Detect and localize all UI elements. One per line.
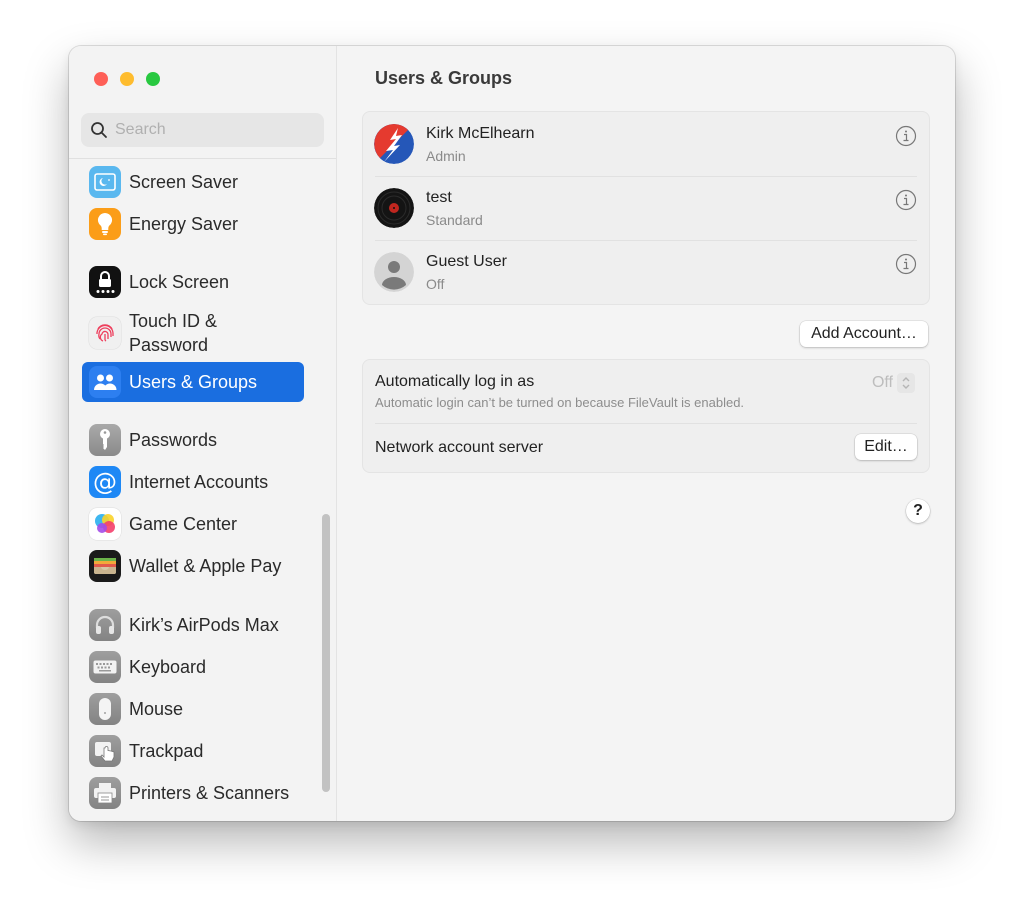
window-controls: [94, 72, 160, 86]
sidebar-item-label: Users & Groups: [129, 371, 258, 392]
info-icon[interactable]: [895, 125, 917, 147]
sidebar-item-keyboard[interactable]: Keyboard: [82, 647, 304, 687]
main-pane: Users & Groups Kirk McElhearn Admin test: [337, 46, 955, 821]
sidebar-item-wallet[interactable]: Wallet & Apple Pay: [82, 546, 304, 586]
user-row[interactable]: Guest User Off: [363, 240, 929, 304]
sidebar-item-printers-scanners[interactable]: Printers & Scanners: [82, 773, 304, 813]
page-title: Users & Groups: [375, 68, 513, 88]
screen-saver-icon: [89, 166, 121, 198]
chevron-up-down-icon: [897, 373, 915, 393]
sidebar-item-label: Printers & Scanners: [129, 782, 290, 803]
mouse-icon: [89, 693, 121, 725]
user-role: Standard: [426, 211, 483, 228]
vinyl-record-avatar: [374, 188, 414, 228]
generic-person-avatar: [374, 252, 414, 292]
zoom-button[interactable]: [146, 72, 160, 86]
close-button[interactable]: [94, 72, 108, 86]
headphones-icon: [89, 609, 121, 641]
sidebar-item-label: Game Center: [129, 513, 238, 534]
user-role: Off: [426, 275, 445, 292]
auto-login-popup[interactable]: Off: [872, 373, 915, 393]
info-icon[interactable]: [895, 189, 917, 211]
add-account-button[interactable]: Add Account…: [800, 321, 928, 347]
fingerprint-icon: [89, 317, 121, 349]
steal-your-face-avatar: [374, 124, 414, 164]
lock-icon: [89, 266, 121, 298]
login-settings-group: Automatically log in as Automatic login …: [362, 359, 930, 473]
keyboard-icon: [89, 651, 121, 683]
network-server-row: Network account server Edit…: [363, 424, 929, 472]
search-field[interactable]: [81, 113, 324, 147]
auto-login-sublabel: Automatic login can’t be turned on becau…: [375, 395, 745, 410]
minimize-button[interactable]: [120, 72, 134, 86]
auto-login-label: Automatically log in as: [375, 373, 535, 390]
user-name: Guest User: [426, 252, 507, 270]
printer-icon: [89, 777, 121, 809]
sidebar-item-passwords[interactable]: Passwords: [82, 420, 304, 460]
user-name: Kirk McElhearn: [426, 124, 535, 142]
sidebar-item-label: Trackpad: [129, 740, 204, 761]
sidebar-item-label: Mouse: [129, 698, 184, 719]
sidebar-item-label: Wallet & Apple Pay: [129, 555, 282, 576]
users-list: Kirk McElhearn Admin test Standard Guest…: [362, 111, 930, 305]
sidebar-item-internet-accounts[interactable]: @ Internet Accounts: [82, 462, 304, 502]
auto-login-value: Off: [871, 374, 893, 391]
sidebar-item-label: Keyboard: [129, 656, 207, 677]
user-role: Admin: [426, 147, 466, 164]
sidebar-item-mouse[interactable]: Mouse: [82, 689, 304, 729]
wallet-icon: [89, 550, 121, 582]
sidebar-item-label: Kirk’s AirPods Max: [129, 614, 279, 635]
lightbulb-icon: [89, 208, 121, 240]
settings-window: Screen Saver Energy Saver Lock Screen To…: [69, 46, 955, 821]
sidebar: Screen Saver Energy Saver Lock Screen To…: [69, 46, 337, 821]
sidebar-scrollbar[interactable]: [322, 514, 330, 792]
sidebar-item-game-center[interactable]: Game Center: [82, 504, 304, 544]
sidebar-item-label: Touch ID & Password: [129, 311, 218, 355]
edit-network-server-button[interactable]: Edit…: [855, 434, 917, 460]
sidebar-item-airpods-max[interactable]: Kirk’s AirPods Max: [82, 605, 304, 645]
user-row[interactable]: Kirk McElhearn Admin: [363, 112, 929, 176]
user-name: test: [426, 188, 452, 206]
users-icon: [89, 366, 121, 398]
sidebar-item-label: Passwords: [129, 429, 218, 450]
sidebar-item-label: Lock Screen: [129, 271, 230, 292]
search-icon: [91, 122, 107, 138]
game-center-icon: [89, 508, 121, 540]
search-input[interactable]: [115, 121, 305, 139]
sidebar-item-users-groups[interactable]: Users & Groups: [82, 362, 304, 402]
sidebar-item-label: Energy Saver: [129, 213, 239, 234]
trackpad-icon: [89, 735, 121, 767]
key-icon: [89, 424, 121, 456]
sidebar-item-trackpad[interactable]: Trackpad: [82, 731, 304, 771]
sidebar-divider: [69, 158, 336, 159]
sidebar-item-screen-saver[interactable]: Screen Saver: [82, 162, 304, 202]
network-server-label: Network account server: [375, 439, 544, 456]
sidebar-item-lock-screen[interactable]: Lock Screen: [82, 262, 304, 302]
help-button[interactable]: ?: [906, 499, 930, 523]
at-sign-icon: @: [89, 466, 121, 498]
sidebar-item-touch-id[interactable]: Touch ID & Password: [82, 306, 304, 360]
user-row[interactable]: test Standard: [363, 176, 929, 240]
sidebar-item-label: Screen Saver: [129, 171, 239, 192]
sidebar-item-label: Internet Accounts: [129, 471, 269, 492]
auto-login-row: Automatically log in as Automatic login …: [363, 360, 929, 423]
sidebar-item-energy-saver[interactable]: Energy Saver: [82, 204, 304, 244]
info-icon[interactable]: [895, 253, 917, 275]
